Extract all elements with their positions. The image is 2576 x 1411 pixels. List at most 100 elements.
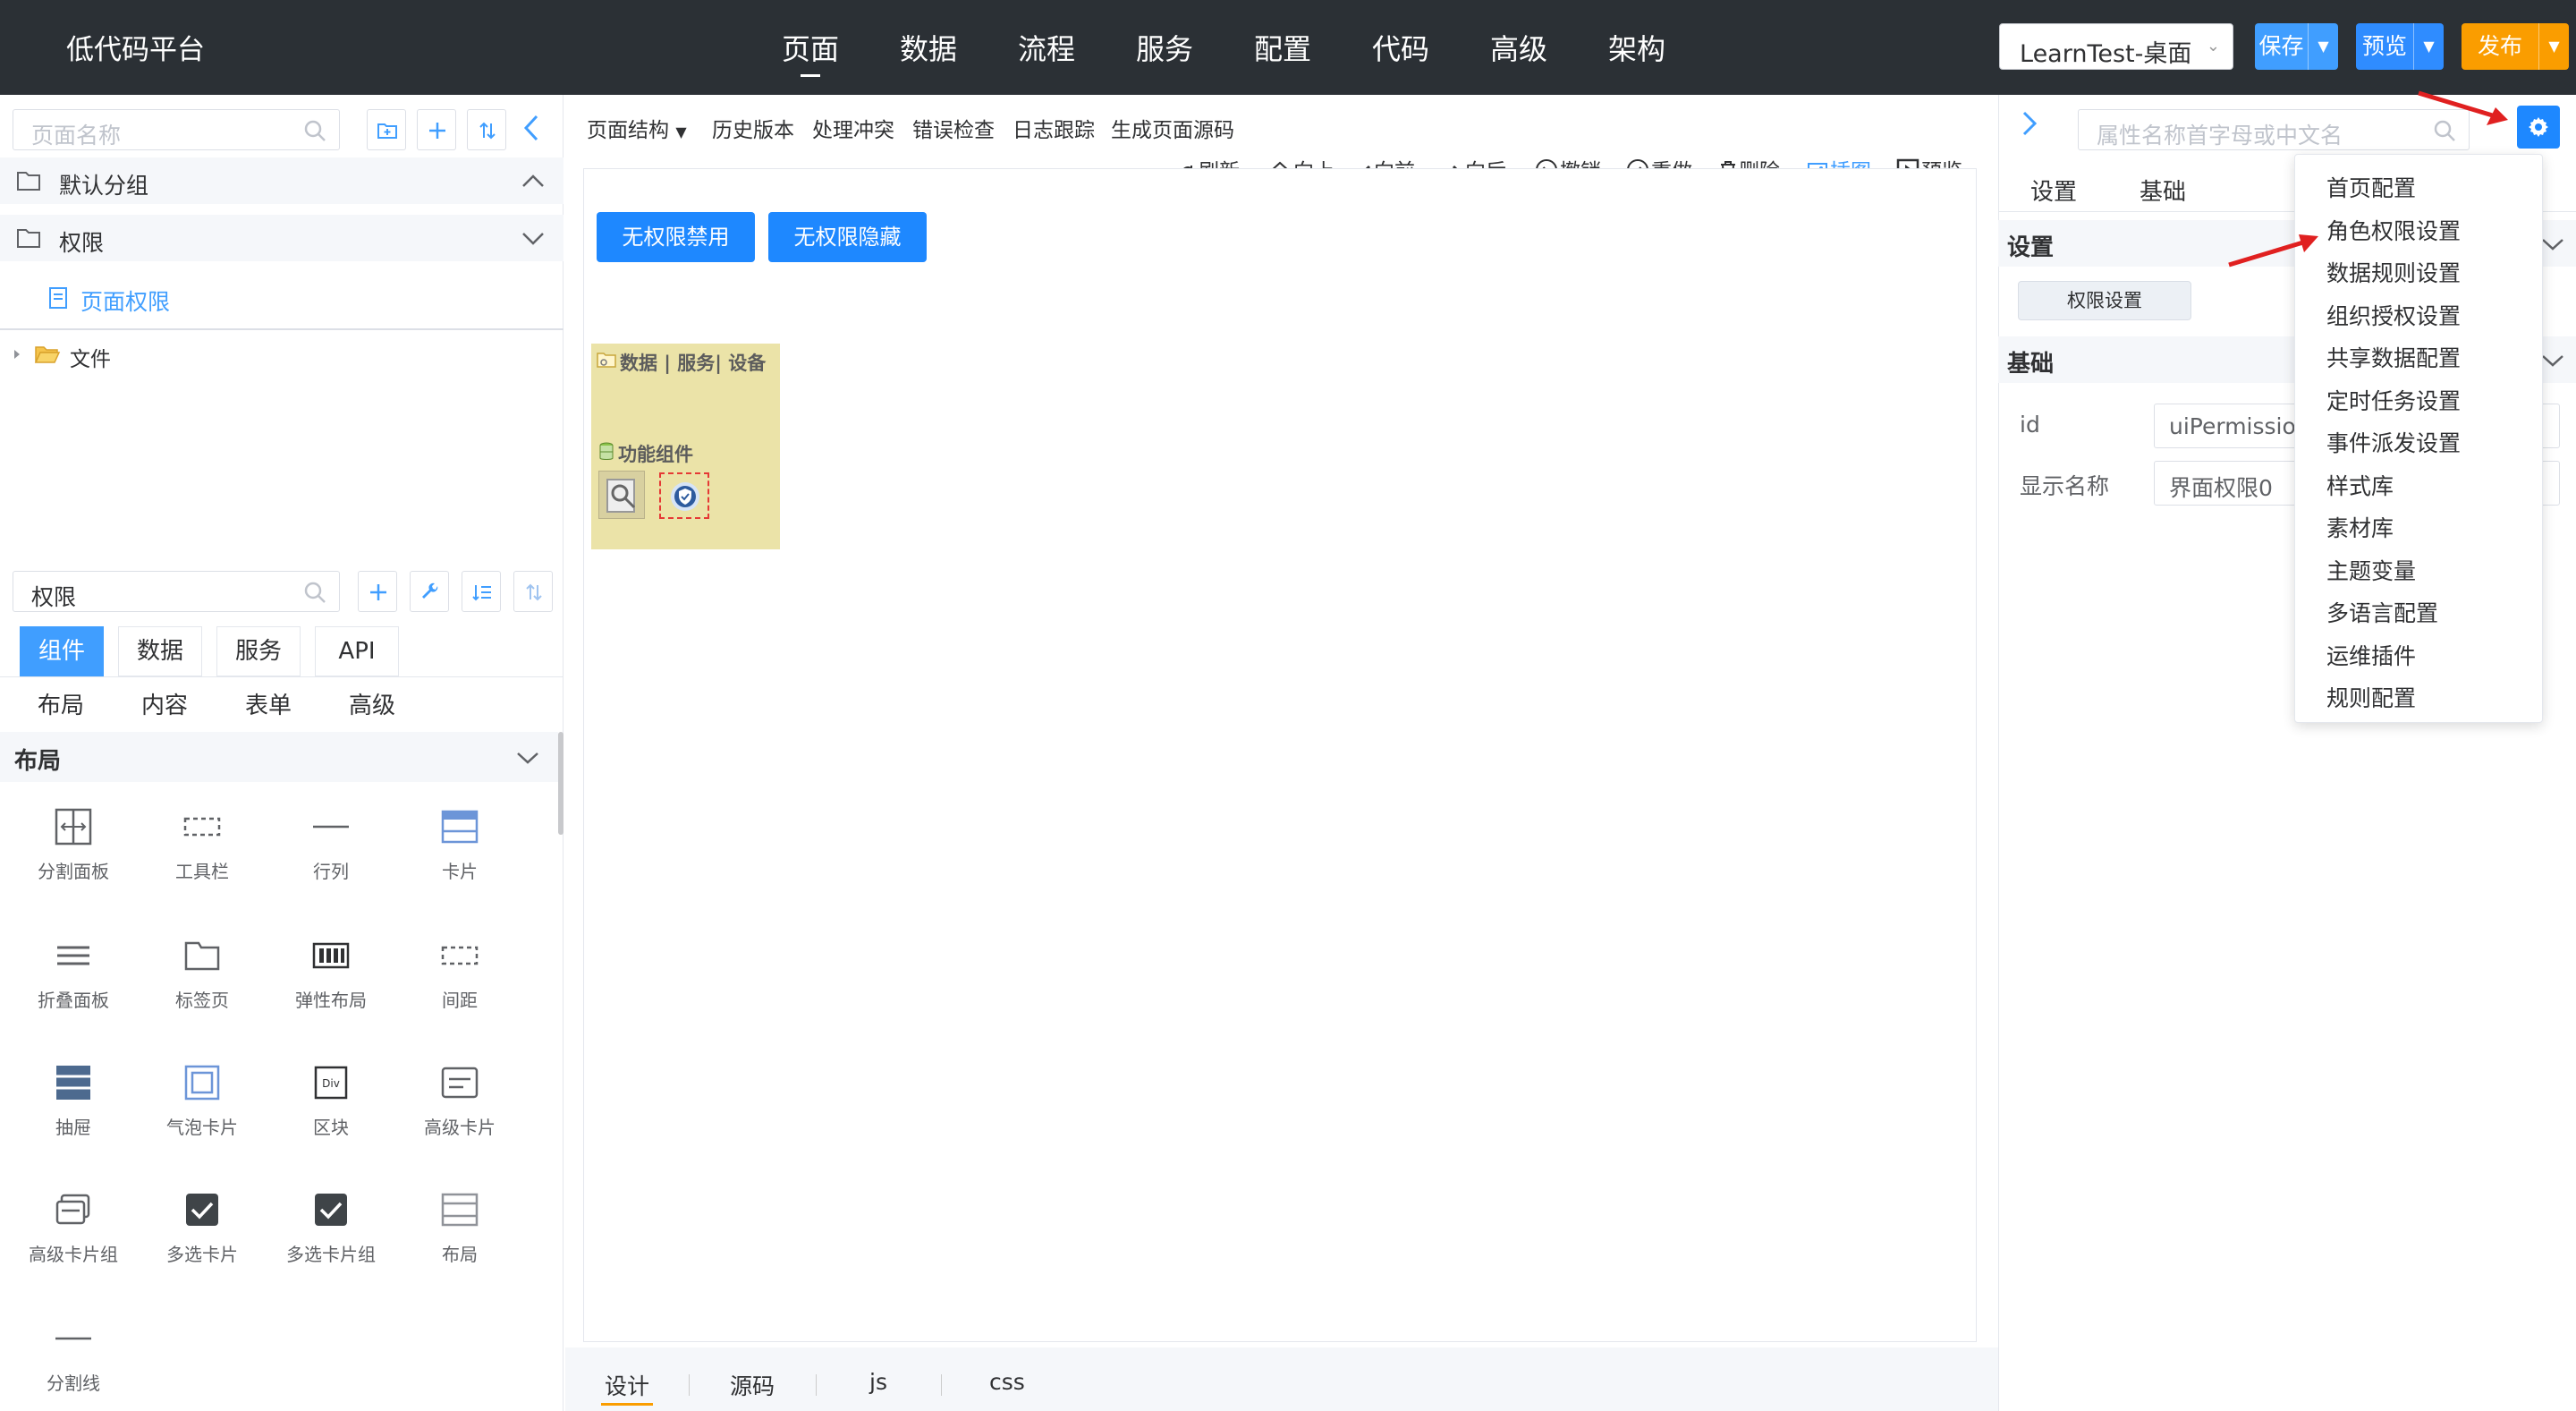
- component-checkbox-card-group[interactable]: 多选卡片组: [268, 1190, 394, 1266]
- tab-source[interactable]: 源码: [730, 1369, 775, 1401]
- component-divider[interactable]: 分割线: [11, 1319, 136, 1395]
- canvas-button-no-perm-hide[interactable]: 无权限隐藏: [768, 212, 927, 262]
- component-checkbox-card[interactable]: 多选卡片: [140, 1190, 265, 1266]
- menu-item-ops-plugin[interactable]: 运维插件: [2326, 639, 2416, 671]
- caret-right-icon[interactable]: [13, 349, 21, 360]
- component-settings-button[interactable]: [410, 571, 449, 612]
- caret-down-icon[interactable]: ▼: [2538, 23, 2569, 70]
- flex-layout-icon: [312, 942, 350, 969]
- menu-log-trace[interactable]: 日志跟踪: [1013, 113, 1095, 143]
- component-label: 弹性布局: [295, 990, 367, 1011]
- menu-item-event-dispatch[interactable]: 事件派发设置: [2326, 426, 2461, 458]
- collapse-left-panel-button[interactable]: [521, 113, 547, 147]
- menu-item-asset-library[interactable]: 素材库: [2326, 511, 2394, 543]
- component-row-column[interactable]: 行列: [268, 807, 394, 883]
- save-button[interactable]: 保存 ▼: [2255, 23, 2338, 70]
- caret-down-icon: ▼: [675, 123, 687, 140]
- component-popover-card[interactable]: 气泡卡片: [140, 1063, 265, 1139]
- canvas-button-no-perm-disable[interactable]: 无权限禁用: [597, 212, 755, 262]
- component-advanced-card[interactable]: 高级卡片: [397, 1063, 522, 1139]
- page-settings-button[interactable]: [2517, 106, 2560, 149]
- tab-design[interactable]: 设计: [605, 1369, 649, 1401]
- nav-data[interactable]: 数据: [900, 27, 957, 68]
- component-advanced-card-group[interactable]: 高级卡片组: [11, 1190, 136, 1266]
- sort-button[interactable]: [513, 571, 553, 612]
- menu-generate-source[interactable]: 生成页面源码: [1111, 113, 1234, 143]
- menu-item-style-library[interactable]: 样式库: [2326, 469, 2394, 501]
- menu-history[interactable]: 历史版本: [712, 113, 794, 143]
- component-drawer[interactable]: 抽屉: [11, 1063, 136, 1139]
- menu-page-structure[interactable]: 页面结构 ▼: [587, 113, 687, 143]
- caret-down-icon[interactable]: ▼: [2413, 23, 2444, 70]
- permission-settings-button[interactable]: 权限设置: [2018, 281, 2191, 320]
- nav-flow[interactable]: 流程: [1018, 27, 1075, 68]
- component-section-header[interactable]: 布局: [0, 732, 558, 782]
- permission-component-selected[interactable]: [659, 472, 709, 519]
- publish-button[interactable]: 发布 ▼: [2462, 23, 2569, 70]
- query-component[interactable]: [598, 471, 645, 519]
- menu-error-check[interactable]: 错误检查: [912, 113, 995, 143]
- nav-page[interactable]: 页面: [782, 27, 839, 68]
- menu-item-i18n[interactable]: 多语言配置: [2326, 596, 2438, 628]
- component-card[interactable]: 卡片: [397, 807, 522, 883]
- sort-button[interactable]: [467, 109, 506, 150]
- component-layout[interactable]: 布局: [397, 1190, 522, 1266]
- subtab-advanced[interactable]: 高级: [349, 687, 395, 720]
- component-tabs[interactable]: 标签页: [140, 936, 265, 1012]
- chevron-down-icon: ⌄: [2206, 37, 2220, 55]
- nav-service[interactable]: 服务: [1136, 27, 1193, 68]
- environment-select[interactable]: LearnTest-桌面 ⌄: [1999, 23, 2233, 70]
- chevron-up-icon[interactable]: [521, 172, 546, 190]
- component-toolbar[interactable]: 工具栏: [140, 807, 265, 883]
- list-order-button[interactable]: [462, 571, 501, 612]
- nav-architecture[interactable]: 架构: [1608, 27, 1665, 68]
- tree-item-file[interactable]: 文件: [0, 331, 564, 378]
- subtab-layout[interactable]: 布局: [38, 687, 84, 720]
- tab-data[interactable]: 数据: [118, 626, 202, 676]
- subtab-form[interactable]: 表单: [245, 687, 292, 720]
- scrollbar-thumb[interactable]: [558, 732, 564, 835]
- collapse-right-panel-button[interactable]: [2020, 109, 2043, 140]
- tab-services[interactable]: 服务: [216, 626, 301, 676]
- nav-config[interactable]: 配置: [1254, 27, 1311, 68]
- nav-active-indicator: [801, 74, 820, 77]
- chevron-down-icon[interactable]: [521, 229, 546, 247]
- add-page-button[interactable]: [417, 109, 456, 150]
- add-folder-button[interactable]: [367, 109, 406, 150]
- menu-item-role-permission[interactable]: 角色权限设置: [2326, 214, 2461, 246]
- nav-advanced[interactable]: 高级: [1490, 27, 1547, 68]
- add-component-button[interactable]: [358, 571, 397, 612]
- menu-item-org-authorization[interactable]: 组织授权设置: [2326, 299, 2461, 331]
- menu-item-rule-config[interactable]: 规则配置: [2326, 681, 2416, 713]
- tree-group-permission[interactable]: 权限: [0, 215, 564, 261]
- nav-code[interactable]: 代码: [1372, 27, 1429, 68]
- menu-item-home-config[interactable]: 首页配置: [2326, 171, 2416, 203]
- component-search-input[interactable]: 权限: [13, 571, 340, 612]
- subtab-content[interactable]: 内容: [141, 687, 188, 720]
- page-search-input[interactable]: 页面名称: [13, 109, 340, 150]
- tab-js[interactable]: js: [869, 1369, 887, 1395]
- menu-item-theme-variables[interactable]: 主题变量: [2326, 554, 2416, 586]
- tab-api[interactable]: API: [315, 626, 399, 676]
- design-canvas[interactable]: [583, 168, 1977, 1342]
- component-flex-layout[interactable]: 弹性布局: [268, 936, 394, 1012]
- menu-item-shared-data[interactable]: 共享数据配置: [2326, 341, 2461, 373]
- component-split-panel[interactable]: 分割面板: [11, 807, 136, 883]
- preview-button[interactable]: 预览 ▼: [2356, 23, 2444, 70]
- caret-down-icon[interactable]: ▼: [2308, 23, 2338, 70]
- tab-components[interactable]: 组件: [20, 626, 104, 676]
- data-service-device-container[interactable]: 数据 | 服务| 设备 功能组件: [591, 344, 780, 549]
- menu-item-scheduled-task[interactable]: 定时任务设置: [2326, 384, 2461, 416]
- component-block[interactable]: Div 区块: [268, 1063, 394, 1139]
- component-collapse-panel[interactable]: 折叠面板: [11, 936, 136, 1012]
- tree-group-default[interactable]: 默认分组: [0, 157, 564, 204]
- prop-tab-basic[interactable]: 基础: [2140, 174, 2186, 207]
- menu-item-data-rule[interactable]: 数据规则设置: [2326, 256, 2461, 288]
- tab-css[interactable]: css: [989, 1369, 1025, 1395]
- prop-tab-settings[interactable]: 设置: [2030, 174, 2077, 207]
- tree-item-page-permission[interactable]: 页面权限: [0, 274, 564, 320]
- tree-group-label: 权限: [59, 230, 105, 256]
- menu-resolve-conflict[interactable]: 处理冲突: [812, 113, 894, 143]
- property-search-input[interactable]: 属性名称首字母或中文名: [2078, 109, 2470, 150]
- component-spacing[interactable]: 间距: [397, 936, 522, 1012]
